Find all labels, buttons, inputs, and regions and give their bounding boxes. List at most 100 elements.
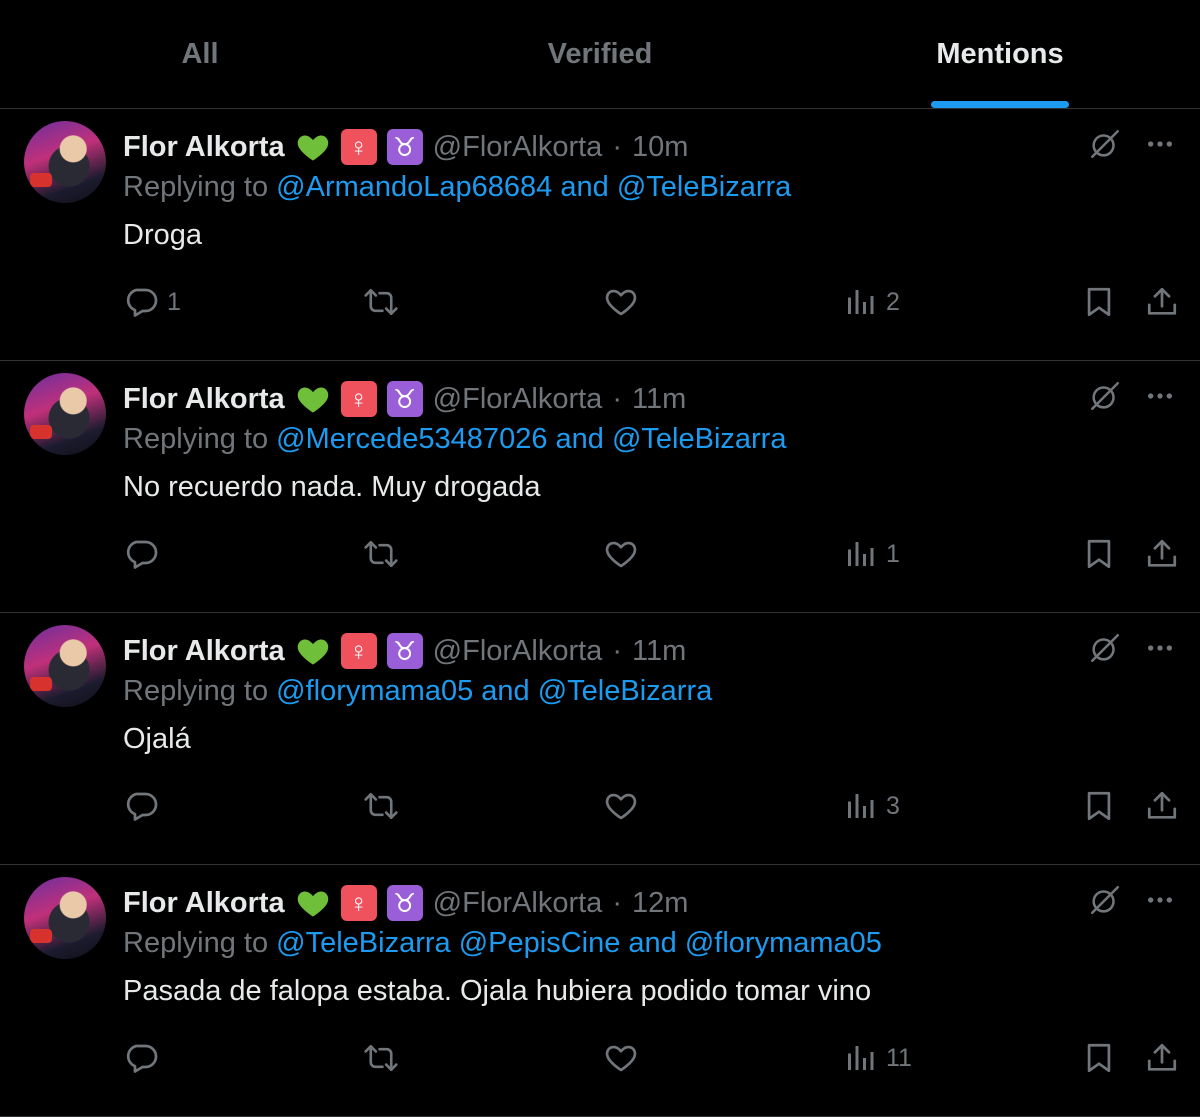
replying-to: Replying to @ArmandoLap68684 and @TeleBi…: [123, 171, 791, 204]
views-count: 1: [886, 539, 900, 568]
timestamp[interactable]: 11m: [632, 635, 686, 668]
tweet-top-actions: [1088, 127, 1176, 161]
taurus-icon: ♉: [386, 885, 423, 921]
tab-label: All: [181, 37, 219, 70]
user-handle[interactable]: @FlorAlkorta: [433, 131, 603, 164]
views-button[interactable]: 3: [842, 781, 900, 831]
like-button[interactable]: [603, 277, 647, 327]
user-handle[interactable]: @FlorAlkorta: [433, 383, 603, 416]
tweet[interactable]: Flor Alkorta ♀ ♉ @FlorAlkorta · 12m Repl…: [0, 865, 1200, 1117]
mention-link[interactable]: @florymama05: [685, 927, 882, 959]
separator-dot: ·: [612, 382, 622, 415]
mention-link[interactable]: @ArmandoLap68684: [276, 171, 552, 203]
share-icon: [1147, 1043, 1177, 1071]
display-name[interactable]: Flor Alkorta: [123, 887, 285, 920]
share-button[interactable]: [1145, 529, 1179, 579]
tweet[interactable]: Flor Alkorta ♀ ♉ @FlorAlkorta · 11m Repl…: [0, 613, 1200, 865]
mention-link[interactable]: @TeleBizarra: [538, 675, 713, 707]
tweet-header: Flor Alkorta ♀ ♉ @FlorAlkorta · 12m: [123, 881, 688, 925]
display-name[interactable]: Flor Alkorta: [123, 131, 285, 164]
more-options-icon[interactable]: [1144, 128, 1176, 160]
tweet-text: No recuerdo nada. Muy drogada: [123, 471, 541, 503]
mention-link[interactable]: @Mercede53487026: [276, 423, 547, 455]
tweet[interactable]: Flor Alkorta ♀ ♉ @FlorAlkorta · 11m Repl…: [0, 361, 1200, 613]
share-button[interactable]: [1145, 1033, 1179, 1083]
replying-mentions: @Mercede53487026 and @TeleBizarra: [276, 423, 786, 455]
mention-link[interactable]: @TeleBizarra: [276, 927, 451, 959]
bookmark-button[interactable]: [1082, 529, 1116, 579]
replying-prefix: Replying to: [123, 927, 269, 959]
more-options-icon[interactable]: [1144, 884, 1176, 916]
grok-icon[interactable]: [1088, 883, 1122, 917]
mention-connector: and: [560, 171, 609, 203]
replying-mentions: @florymama05 and @TeleBizarra: [276, 675, 712, 707]
active-tab-indicator: [931, 101, 1069, 108]
like-button[interactable]: [603, 529, 647, 579]
user-handle[interactable]: @FlorAlkorta: [433, 887, 603, 920]
timestamp[interactable]: 10m: [632, 131, 688, 164]
tweet-actions: 3: [0, 781, 1200, 831]
like-button[interactable]: [603, 781, 647, 831]
bookmark-button[interactable]: [1082, 277, 1116, 327]
views-count: 2: [886, 287, 900, 316]
like-button[interactable]: [603, 1033, 647, 1083]
mentions-feed: Flor Alkorta ♀ ♉ @FlorAlkorta · 10m Repl…: [0, 109, 1200, 1117]
display-name[interactable]: Flor Alkorta: [123, 635, 285, 668]
timestamp[interactable]: 12m: [632, 887, 688, 920]
heart-icon: [605, 541, 637, 568]
views-icon: [848, 290, 874, 314]
reply-icon: [126, 792, 158, 821]
mention-link[interactable]: @TeleBizarra: [617, 171, 792, 203]
tab-all[interactable]: All: [0, 0, 400, 108]
tab-verified[interactable]: Verified: [400, 0, 800, 108]
green-heart-icon: [297, 387, 328, 413]
mention-link[interactable]: @PepisCine: [459, 927, 621, 959]
views-button[interactable]: 11: [842, 1033, 912, 1083]
retweet-button[interactable]: [362, 529, 408, 579]
retweet-button[interactable]: [362, 1033, 408, 1083]
more-options-icon[interactable]: [1144, 380, 1176, 412]
avatar[interactable]: [24, 373, 106, 455]
views-button[interactable]: 2: [842, 277, 900, 327]
retweet-button[interactable]: [362, 277, 408, 327]
grok-icon[interactable]: [1088, 127, 1122, 161]
bookmark-button[interactable]: [1082, 1033, 1116, 1083]
reply-button[interactable]: [123, 781, 167, 831]
notification-tabs: All Verified Mentions: [0, 0, 1200, 109]
display-name[interactable]: Flor Alkorta: [123, 383, 285, 416]
share-button[interactable]: [1145, 781, 1179, 831]
tab-label: Mentions: [936, 37, 1064, 70]
bookmark-icon: [1087, 539, 1111, 569]
reply-button[interactable]: [123, 529, 167, 579]
views-button[interactable]: 1: [842, 529, 900, 579]
grok-icon[interactable]: [1088, 379, 1122, 413]
timestamp[interactable]: 11m: [632, 383, 686, 416]
mention-link[interactable]: @TeleBizarra: [612, 423, 787, 455]
avatar[interactable]: [24, 625, 106, 707]
tweet-actions: 11: [0, 1033, 1200, 1083]
more-options-icon[interactable]: [1144, 632, 1176, 664]
replying-prefix: Replying to: [123, 171, 269, 203]
user-handle[interactable]: @FlorAlkorta: [433, 635, 603, 668]
reply-button[interactable]: [123, 1033, 167, 1083]
share-button[interactable]: [1145, 277, 1179, 327]
tweet-text: Ojalá: [123, 723, 191, 755]
reply-icon: [126, 1044, 158, 1073]
mention-link[interactable]: @florymama05: [276, 675, 473, 707]
reply-button[interactable]: 1: [123, 277, 181, 327]
views-icon: [848, 794, 874, 818]
heart-icon: [605, 289, 637, 316]
replying-mentions: @TeleBizarra @PepisCine and @florymama05: [276, 927, 882, 959]
avatar[interactable]: [24, 877, 106, 959]
replying-to: Replying to @TeleBizarra @PepisCine and …: [123, 927, 882, 960]
retweet-button[interactable]: [362, 781, 408, 831]
bookmark-button[interactable]: [1082, 781, 1116, 831]
grok-icon[interactable]: [1088, 631, 1122, 665]
tweet-actions: 1: [0, 529, 1200, 579]
tab-mentions[interactable]: Mentions: [800, 0, 1200, 108]
avatar[interactable]: [24, 121, 106, 203]
tab-label: Verified: [547, 37, 653, 70]
replying-to: Replying to @florymama05 and @TeleBizarr…: [123, 675, 712, 708]
tweet[interactable]: Flor Alkorta ♀ ♉ @FlorAlkorta · 10m Repl…: [0, 109, 1200, 361]
bookmark-icon: [1087, 1043, 1111, 1073]
